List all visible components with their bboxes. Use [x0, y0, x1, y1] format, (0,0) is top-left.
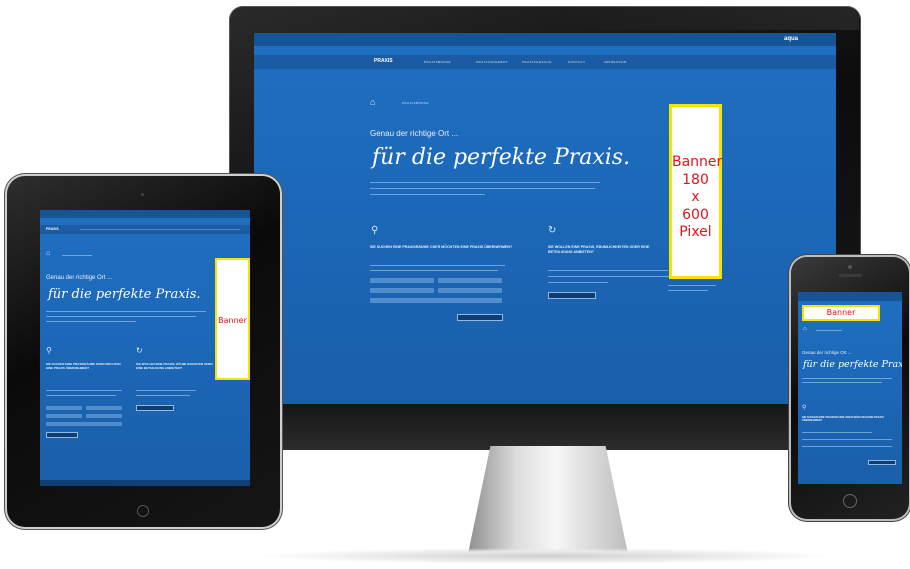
phone-home-button[interactable]: [843, 494, 857, 508]
monitor-script-title: für die perfekte Praxis.: [372, 145, 631, 170]
tablet-search-field[interactable]: [46, 406, 82, 410]
tablet-topbar: [40, 210, 250, 218]
monitor-col2-text-line: [548, 282, 608, 283]
tablet-search-field[interactable]: [46, 414, 82, 418]
monitor-glare: [559, 6, 859, 30]
phone-banner-placeholder[interactable]: Banner: [802, 305, 880, 321]
phone-speaker: [838, 274, 862, 277]
monitor-intro-line: [370, 188, 595, 189]
phone-topbar: [798, 292, 902, 301]
monitor-stand-base: [262, 548, 832, 564]
banner-line: 180: [682, 171, 709, 188]
monitor-find-button[interactable]: [457, 314, 503, 321]
banner-line: 600: [682, 206, 709, 223]
tablet-banner-label: Banner: [218, 316, 247, 325]
tablet-intro-line: [46, 311, 206, 312]
tablet-col2-line: [136, 395, 190, 396]
tablet-col2-line: [136, 390, 196, 391]
phone-brand-line: [816, 330, 842, 331]
monitor-intro-line: [370, 182, 600, 183]
monitor-stand-neck: [468, 446, 628, 554]
tablet-home-button[interactable]: [137, 505, 149, 517]
monitor-nav-item-5[interactable]: IMPRESSUM: [604, 60, 627, 64]
refresh-icon: ↻: [548, 225, 557, 236]
tablet-refresh-icon: ↻: [136, 346, 143, 355]
monitor-screen: aqua PRAXIS PRAXISBÖRSE PRAXISANGEBOT PR…: [254, 33, 836, 404]
banner-line: Banner: [672, 154, 723, 170]
monitor-nav-item-3[interactable]: PRAXISGESUCH: [522, 60, 552, 64]
monitor-banner-placeholder[interactable]: Banner 180 x 600 Pixel: [669, 104, 722, 279]
monitor-search-field[interactable]: [438, 288, 502, 293]
monitor-search-field[interactable]: [438, 278, 502, 283]
monitor-sidebar-line: [668, 290, 708, 291]
monitor-sidebar-line: [668, 285, 716, 286]
phone-col-line: [802, 446, 892, 447]
tablet-screen: PRAXIS ⌂ Genau der richtige Ort ... für …: [40, 210, 250, 486]
tablet-find-button[interactable]: [46, 432, 78, 438]
tablet-intro-line: [46, 321, 136, 322]
phone-intro-line: [802, 382, 882, 383]
tablet-house-logo-icon: ⌂: [46, 250, 51, 257]
tablet-banner-placeholder[interactable]: Banner: [215, 258, 250, 380]
phone-search-icon: ⚲: [802, 405, 807, 411]
tablet-col1-heading: SIE SUCHEN EINE PRAXISRÄUME ODER MÖCHTEN…: [46, 362, 121, 371]
phone-find-button[interactable]: [868, 460, 896, 465]
monitor-col1-text-line: [370, 265, 505, 266]
tablet-footer: [40, 480, 250, 486]
monitor-search-field[interactable]: [370, 298, 502, 303]
search-icon: ⚲: [371, 225, 379, 236]
monitor-intro-line: [370, 194, 485, 195]
monitor-nav-item-2[interactable]: PRAXISANGEBOT: [476, 60, 508, 64]
tablet-heading: Genau der richtige Ort ...: [46, 275, 113, 281]
tablet-search-field[interactable]: [46, 422, 122, 426]
banner-line: Pixel: [679, 224, 712, 240]
phone-col-line: [802, 432, 872, 433]
monitor-nav-item-4[interactable]: KONTAKT: [568, 60, 585, 64]
monitor-nav-item-1[interactable]: PRAXISBÖRSE: [424, 60, 451, 64]
phone-intro-line: [802, 378, 892, 379]
phone-banner-label: Banner: [826, 308, 856, 317]
monitor-brand-tagline: PRAXISBÖRSE: [402, 101, 430, 105]
tablet-brand-line: [62, 255, 92, 256]
tablet-script-title: für die perfekte Praxis.: [48, 287, 201, 302]
house-logo-icon: ⌂: [370, 97, 376, 107]
monitor-col2-text-line: [548, 270, 668, 271]
phone-script-title: für die perfekte Praxis.: [803, 359, 902, 370]
monitor-heading: Genau der richtige Ort ...: [370, 129, 459, 138]
monitor-offer-button[interactable]: [548, 292, 596, 299]
monitor-nav-logo[interactable]: PRAXIS: [374, 58, 393, 64]
phone-heading: Genau der richtige Ort ...: [802, 350, 852, 355]
tablet-search-field[interactable]: [86, 414, 122, 418]
tablet-camera: [141, 193, 144, 196]
monitor-col2-heading: SIE WOLLEN EINE PRAXIS, RÄUMLICHKEITEN O…: [548, 245, 650, 254]
tablet-offer-button[interactable]: [136, 405, 174, 411]
tablet-col1-line: [46, 395, 116, 396]
monitor-col2-text-line: [548, 276, 672, 277]
monitor-top-right-logo[interactable]: aqua: [784, 36, 798, 42]
tablet-intro-line: [46, 316, 196, 317]
monitor-search-field[interactable]: [370, 288, 434, 293]
phone-col-line: [802, 439, 892, 440]
tablet-col1-line: [46, 390, 122, 391]
phone-col-heading: SIE SUCHEN EINE PRAXISRÄUME ODER MÖCHTEN…: [802, 416, 884, 423]
monitor-search-field[interactable]: [370, 278, 434, 283]
tablet-search-field[interactable]: [86, 406, 122, 410]
monitor-topbar: [254, 33, 836, 46]
monitor-chin: [229, 404, 861, 450]
tablet-nav-logo[interactable]: PRAXIS: [46, 227, 59, 231]
phone-screen: ⌂ Genau der richtige Ort ... für die per…: [798, 292, 902, 484]
phone-camera: [848, 265, 852, 269]
banner-line: x: [691, 189, 700, 205]
monitor-col1-text-line: [370, 270, 498, 271]
monitor: aqua PRAXIS PRAXISBÖRSE PRAXISANGEBOT PR…: [229, 6, 861, 450]
tablet-search-icon: ⚲: [46, 346, 52, 355]
tablet-col2-heading: SIE WOLLEN EINE PRAXIS, RÄUMLICHKEITEN O…: [136, 362, 213, 371]
tablet-nav-line: [80, 229, 240, 230]
monitor-col1-heading: SIE SUCHEN EINE PRAXISRÄUME ODER MÖCHTEN…: [370, 245, 513, 249]
phone-house-logo-icon: ⌂: [803, 326, 807, 332]
